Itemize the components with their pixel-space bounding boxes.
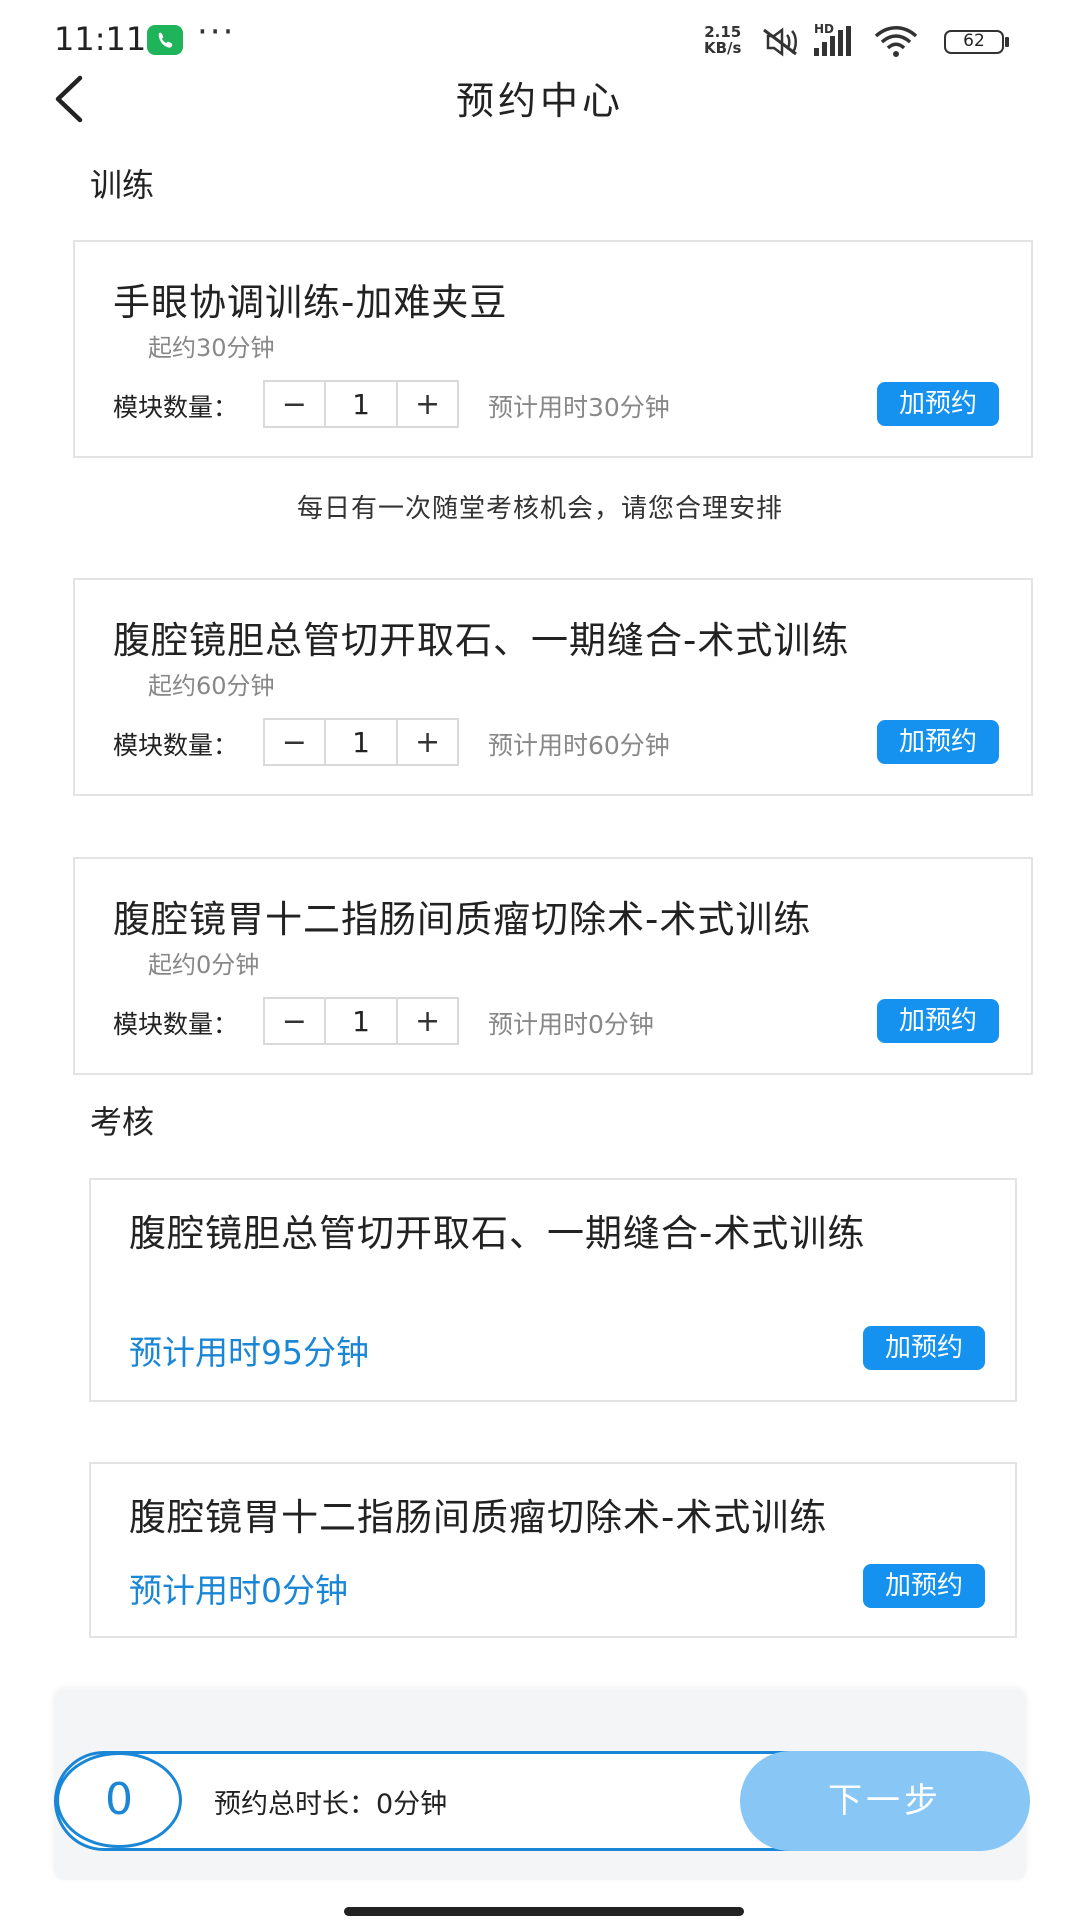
wifi-icon [872, 24, 920, 62]
quantity-value[interactable]: 1 [323, 382, 399, 426]
battery-icon: 62 [944, 30, 1004, 54]
training-card-subtitle: 起约60分钟 [148, 672, 275, 700]
add-booking-button[interactable]: 加预约 [877, 720, 999, 764]
quantity-stepper: − 1 + [263, 997, 459, 1045]
quantity-stepper: − 1 + [263, 380, 459, 428]
next-step-button[interactable]: 下一步 [740, 1751, 1030, 1851]
add-booking-button[interactable]: 加预约 [877, 999, 999, 1043]
exam-card: 腹腔镜胆总管切开取石、一期缝合-术式训练 预计用时95分钟 加预约 [89, 1178, 1017, 1402]
section-title-training: 训练 [90, 166, 155, 204]
booking-count-badge: 0 [56, 1752, 182, 1848]
increment-button[interactable]: + [398, 720, 457, 764]
add-booking-button[interactable]: 加预约 [863, 1326, 985, 1370]
exam-card-title: 腹腔镜胆总管切开取石、一期缝合-术式训练 [129, 1212, 866, 1255]
phone-call-icon [147, 25, 183, 55]
decrement-button[interactable]: − [265, 720, 324, 764]
page-title: 预约中心 [455, 79, 624, 123]
exam-card: 腹腔镜胃十二指肠间质瘤切除术-术式训练 预计用时0分钟 加预约 [89, 1462, 1017, 1638]
training-card: 手眼协调训练-加难夹豆 起约30分钟 模块数量： − 1 + 预计用时30分钟 … [73, 240, 1033, 458]
add-booking-button[interactable]: 加预约 [863, 1564, 985, 1608]
network-speed: 2.15 KB/s [704, 23, 742, 57]
estimated-time: 预计用时60分钟 [488, 731, 670, 760]
status-time: 11:11 [54, 20, 147, 58]
section-title-exam: 考核 [90, 1103, 155, 1141]
training-card-subtitle: 起约30分钟 [148, 334, 275, 362]
exam-estimated-time: 预计用时0分钟 [129, 1571, 348, 1610]
decrement-button[interactable]: − [265, 999, 324, 1043]
increment-button[interactable]: + [398, 382, 457, 426]
daily-exam-notice: 每日有一次随堂考核机会，请您合理安排 [296, 494, 783, 524]
quantity-label: 模块数量： [113, 393, 239, 422]
training-card-title: 腹腔镜胃十二指肠间质瘤切除术-术式训练 [113, 898, 812, 941]
quantity-value[interactable]: 1 [323, 999, 399, 1043]
training-card-title: 腹腔镜胆总管切开取石、一期缝合-术式训练 [113, 619, 850, 662]
training-card-subtitle: 起约0分钟 [148, 951, 260, 979]
decrement-button[interactable]: − [265, 382, 324, 426]
estimated-time: 预计用时30分钟 [488, 393, 670, 422]
battery-tip [1005, 37, 1009, 47]
mute-icon [758, 26, 802, 62]
exam-card-title: 腹腔镜胃十二指肠间质瘤切除术-术式训练 [129, 1496, 828, 1539]
training-card-title: 手眼协调训练-加难夹豆 [113, 281, 508, 324]
total-duration: 预约总时长：0分钟 [214, 1782, 447, 1821]
more-notifications-icon: ··· [197, 12, 236, 52]
training-card: 腹腔镜胃十二指肠间质瘤切除术-术式训练 起约0分钟 模块数量： − 1 + 预计… [73, 857, 1033, 1075]
estimated-time: 预计用时0分钟 [488, 1010, 654, 1039]
home-indicator[interactable] [344, 1907, 744, 1916]
exam-estimated-time: 预计用时95分钟 [129, 1333, 369, 1372]
increment-button[interactable]: + [398, 999, 457, 1043]
quantity-value[interactable]: 1 [323, 720, 399, 764]
total-duration-label: 预约总时长： [214, 1789, 376, 1820]
quantity-label: 模块数量： [113, 1010, 239, 1039]
quantity-stepper: − 1 + [263, 718, 459, 766]
training-card: 腹腔镜胆总管切开取石、一期缝合-术式训练 起约60分钟 模块数量： − 1 + … [73, 578, 1033, 796]
add-booking-button[interactable]: 加预约 [877, 382, 999, 426]
total-duration-value: 0分钟 [376, 1789, 448, 1820]
quantity-label: 模块数量： [113, 731, 239, 760]
